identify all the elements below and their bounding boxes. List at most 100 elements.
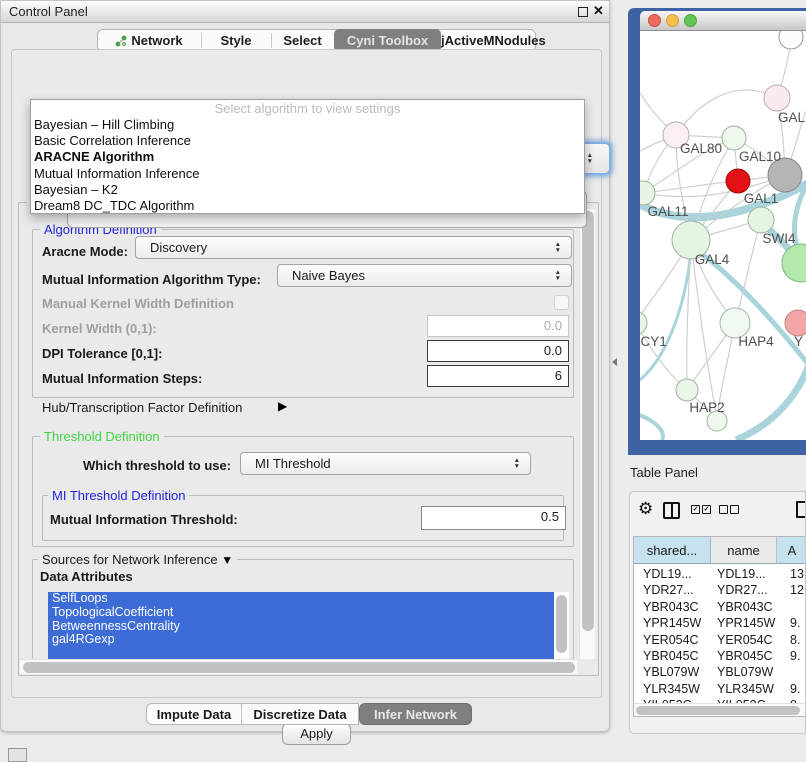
hub-definition-expander-label[interactable]: Hub/Transcription Factor Definition [42,400,242,415]
expander-right-icon[interactable]: ▶ [278,399,287,413]
algorithm-option[interactable]: Mutual Information Inference [31,166,584,182]
column-header[interactable]: A [777,537,806,564]
table-rows: YDL19...YDL19...13 YDR27...YDR27...12 YB… [634,566,806,714]
network-window-titlebar[interactable] [640,11,806,31]
deselect-all-icon[interactable] [719,505,739,514]
sources-title[interactable]: Sources for Network Inference ▼ [38,552,237,567]
mi-threshold-field[interactable]: 0.5 [421,506,566,530]
table-row[interactable]: YPR145WYPR145W9. [634,615,806,631]
algorithm-option[interactable]: Bayesian – K2 [31,182,584,198]
settings-hscrollbar-track[interactable] [20,659,577,674]
network-node-labels: GAL GAL80 GAL10 GAL1 GAL11 SWI4 GAL4 GCY… [640,110,806,415]
algorithm-option[interactable]: Dream8 DC_TDC Algorithm [31,198,584,214]
dropdown-prompt: Select algorithm to view settings [31,100,584,117]
node-label: GAL1 [744,191,779,206]
gear-icon[interactable]: ⚙ [638,499,653,519]
data-attributes-list[interactable]: SelfLoops TopologicalCoefficient Between… [48,592,554,659]
node-salmon[interactable] [785,310,806,336]
table-row[interactable]: YLR345WYLR345W9. [634,681,806,697]
window-title: Control Panel [9,4,88,19]
table-row[interactable]: YBR043CYBR043C [634,599,806,615]
splitpane-collapse-icon[interactable] [612,358,617,366]
tab-discretize-data[interactable]: Discretize Data [241,703,359,725]
mi-type-combo[interactable]: Naive Bayes ▲▼ [277,264,572,287]
control-panel-titlebar[interactable]: Control Panel ✕ [1,1,609,23]
attribute-item[interactable]: SelfLoops [48,592,554,606]
close-icon[interactable]: ✕ [593,3,604,19]
mi-steps-label: Mutual Information Steps: [42,371,202,386]
table-row[interactable]: YDR27...YDR27...12 [634,582,806,598]
node-label: GAL11 [647,204,688,219]
network-view-window[interactable]: GAL GAL80 GAL10 GAL1 GAL11 SWI4 GAL4 GCY… [628,8,806,455]
settings-hscrollbar-thumb[interactable] [23,662,575,673]
node-hap2[interactable] [676,379,698,401]
list-scrollbar-track[interactable] [554,592,569,659]
data-attributes-label: Data Attributes [40,569,133,584]
settings-vscrollbar-thumb[interactable] [582,211,594,631]
mi-steps-field[interactable]: 6 [427,365,569,387]
stepper-icon: ▲▼ [587,153,593,164]
table-hscrollbar-track[interactable] [634,703,806,716]
node[interactable] [779,31,803,49]
minimize-traffic-light-icon[interactable] [666,14,679,27]
settings-vscrollbar-track[interactable] [579,209,595,659]
mi-type-label: Mutual Information Algorithm Type: [42,272,261,287]
algorithm-option[interactable]: Basic Correlation Inference [31,133,584,149]
node-swi4[interactable] [748,207,774,233]
stepper-icon: ▲▼ [555,242,561,253]
tab-separator [201,33,202,48]
kernel-width-field[interactable]: 0.0 [427,315,569,337]
cyni-toolbox-panel: ▲▼ Select algorithm to view settings Bay… [11,49,602,698]
algorithm-dropdown-popup: Select algorithm to view settings Bayesi… [30,99,585,214]
aracne-mode-combo[interactable]: Discovery ▲▼ [135,236,572,259]
node-gal10[interactable] [722,126,746,150]
tab-impute-data[interactable]: Impute Data [146,703,241,725]
table-row[interactable]: YDL19...YDL19...13 [634,566,806,582]
node-label: GAL4 [695,252,730,267]
node-table[interactable]: shared... name A YDL19...YDL19...13 YDR2… [633,536,806,717]
node-label: GAL80 [680,141,722,156]
dpi-tolerance-field[interactable]: 0.0 [427,340,569,362]
table-row[interactable]: YER054CYER054C8. [634,632,806,648]
which-threshold-combo[interactable]: MI Threshold ▲▼ [240,452,531,475]
node-label: GCY1 [640,334,667,349]
network-canvas[interactable]: GAL GAL80 GAL10 GAL1 GAL11 SWI4 GAL4 GCY… [640,31,806,440]
attribute-item[interactable]: gal4RGexp [48,633,554,647]
table-hscrollbar-thumb[interactable] [636,706,800,715]
zoom-traffic-light-icon[interactable] [684,14,697,27]
mi-threshold-label: Mutual Information Threshold: [50,512,238,527]
column-header[interactable]: name [711,537,777,564]
table-row[interactable]: YBL079WYBL079W [634,664,806,680]
list-scrollbar-thumb[interactable] [556,595,567,653]
close-traffic-light-icon[interactable] [648,14,661,27]
node-gcy1[interactable] [640,311,647,335]
dpi-tolerance-label: DPI Tolerance [0,1]: [42,346,162,361]
algorithm-option[interactable]: Bayesian – Hill Climbing [31,117,584,133]
node-gal[interactable] [764,85,790,111]
column-header[interactable]: shared... [634,537,711,564]
apply-button[interactable]: Apply [282,723,351,745]
node-gal11[interactable] [640,181,655,205]
select-all-checks-icon[interactable]: ✓✓ [691,505,711,514]
stepper-icon: ▲▼ [555,270,561,281]
attribute-item[interactable]: BetweennessCentrality [48,620,554,634]
node-label: GAL10 [739,149,781,164]
table-panel: ⚙ ✓✓ shared... name A YDL19...YDL19...13… [629,491,806,734]
kernel-width-label: Kernel Width (0,1): [42,321,157,336]
tab-network-label: Network [131,33,182,48]
tab-separator [271,33,272,48]
attribute-item[interactable]: TopologicalCoefficient [48,606,554,620]
document-icon[interactable] [796,501,806,518]
control-panel-window: Control Panel ✕ Network Style Select Cyn… [0,0,610,732]
bottom-left-panel-button[interactable] [8,748,27,762]
manual-kernel-label: Manual Kernel Width Definition [42,296,234,311]
table-row[interactable]: YBR045CYBR045C9. [634,648,806,664]
node-label: HAP4 [738,334,774,349]
columns-icon[interactable] [663,502,680,519]
manual-kernel-checkbox[interactable] [554,295,569,310]
float-window-icon[interactable] [578,7,588,17]
tab-separator [241,707,242,721]
node-gal1-red[interactable] [726,169,750,193]
algorithm-option-selected[interactable]: ARACNE Algorithm [31,149,584,165]
tab-infer-network[interactable]: Infer Network [359,703,472,725]
